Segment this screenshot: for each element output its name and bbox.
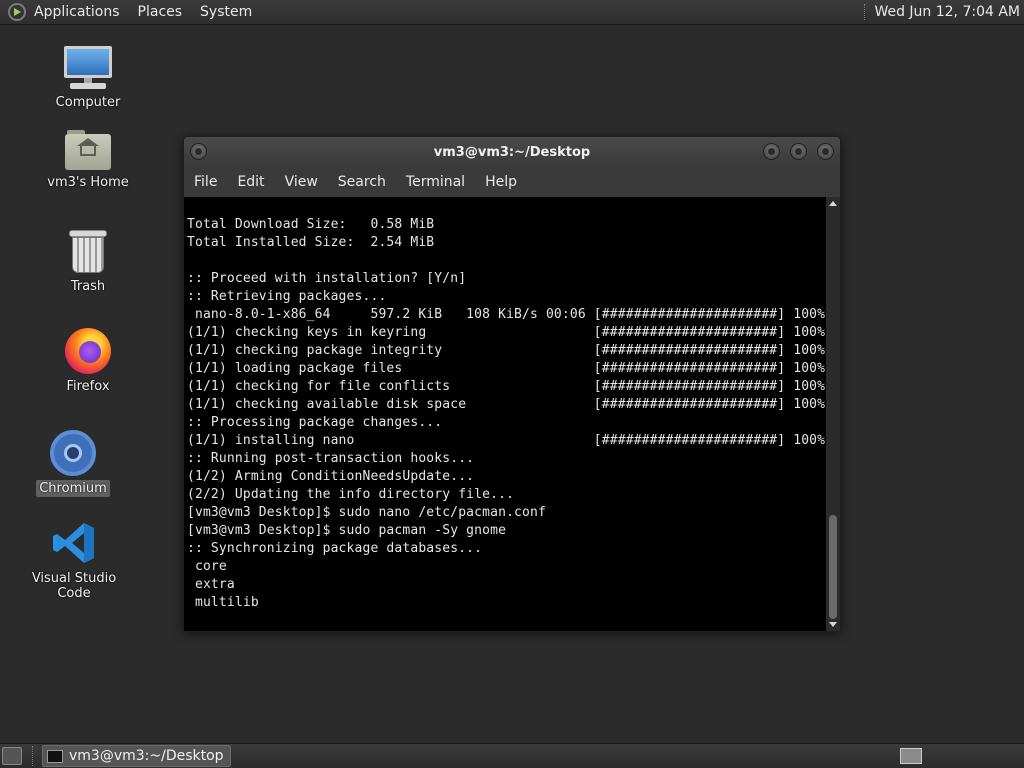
home-folder-icon <box>65 130 111 170</box>
window-menu-button[interactable] <box>190 143 207 160</box>
desktop-icon-home[interactable]: vm3's Home <box>28 130 148 191</box>
taskbar-window-button[interactable]: vm3@vm3:~/Desktop <box>42 745 231 767</box>
menu-applications[interactable]: Applications <box>34 4 120 20</box>
desktop-icon-firefox[interactable]: Firefox <box>28 328 148 395</box>
desktop-icon-vscode[interactable]: Visual Studio Code <box>14 520 134 602</box>
terminal-scrollbar[interactable] <box>826 197 840 631</box>
desktop-icon-label: Chromium <box>36 480 110 497</box>
menu-edit[interactable]: Edit <box>237 172 264 192</box>
terminal-line: :: Synchronizing package databases... <box>187 541 483 556</box>
terminal-line: extra <box>187 577 235 592</box>
menu-terminal[interactable]: Terminal <box>406 172 465 192</box>
menu-search[interactable]: Search <box>338 172 386 192</box>
desktop-icon-label: Visual Studio Code <box>31 571 117 601</box>
menu-places[interactable]: Places <box>138 4 183 20</box>
desktop-icon-label: Computer <box>55 95 121 110</box>
close-button[interactable] <box>817 143 834 160</box>
terminal-line: [vm3@vm3 Desktop]$ sudo pacman -Sy gnome <box>187 523 507 538</box>
terminal-line: :: Running post-transaction hooks... <box>187 451 475 466</box>
top-panel: Applications Places System Wed Jun 12, 7… <box>0 0 1024 25</box>
bottom-panel: vm3@vm3:~/Desktop <box>0 743 1024 768</box>
chromium-icon <box>50 430 96 476</box>
terminal-line: (1/1) loading package files [###########… <box>187 361 826 376</box>
desktop-icon-chromium[interactable]: Chromium <box>13 430 133 497</box>
desktop-icon-label: Trash <box>70 279 106 294</box>
terminal-icon <box>47 749 63 763</box>
terminal-line: (2/2) Updating the info directory file..… <box>187 487 515 502</box>
scroll-up-icon[interactable] <box>829 201 837 206</box>
desktop-icon-label: Firefox <box>66 379 110 394</box>
terminal-line: (1/2) Arming ConditionNeedsUpdate... <box>187 469 475 484</box>
vscode-icon <box>51 520 97 566</box>
firefox-icon <box>65 328 111 374</box>
trash-icon <box>69 230 107 274</box>
menu-view[interactable]: View <box>285 172 318 192</box>
clock[interactable]: Wed Jun 12, 7:04 AM <box>874 4 1020 20</box>
computer-icon <box>64 46 112 90</box>
panel-separator <box>32 746 38 766</box>
terminal-line: nano-8.0-1-x86_64 597.2 KiB 108 KiB/s 00… <box>187 307 826 322</box>
menu-system[interactable]: System <box>200 4 252 20</box>
scroll-down-icon[interactable] <box>829 622 837 627</box>
terminal-line: :: Retrieving packages... <box>187 289 387 304</box>
desktop-icon-computer[interactable]: Computer <box>28 46 148 111</box>
scrollbar-thumb[interactable] <box>829 515 837 619</box>
window-title: vm3@vm3:~/Desktop <box>433 144 591 160</box>
workspace-switcher[interactable] <box>900 748 922 764</box>
terminal-line: [vm3@vm3 Desktop]$ sudo nano /etc/pacman… <box>187 505 546 520</box>
terminal-output[interactable]: Total Download Size: 0.58 MiB Total Insta… <box>184 197 828 631</box>
desktop-icon-trash[interactable]: Trash <box>28 230 148 295</box>
terminal-line: multilib <box>187 595 259 610</box>
desktop-icon-label: vm3's Home <box>47 175 129 190</box>
terminal-window[interactable]: vm3@vm3:~/Desktop File Edit View Search … <box>183 136 841 632</box>
show-desktop-icon[interactable] <box>2 747 22 765</box>
terminal-menubar: File Edit View Search Terminal Help <box>184 167 840 197</box>
terminal-line: Total Download Size: 0.58 MiB <box>187 217 435 232</box>
panel-separator <box>864 4 866 20</box>
terminal-line: core <box>187 559 227 574</box>
terminal-line: Total Installed Size: 2.54 MiB <box>187 235 435 250</box>
minimize-button[interactable] <box>763 143 780 160</box>
window-titlebar[interactable]: vm3@vm3:~/Desktop <box>184 137 840 167</box>
terminal-line: (1/1) installing nano [#################… <box>187 433 826 448</box>
maximize-button[interactable] <box>790 143 807 160</box>
terminal-line: (1/1) checking available disk space [###… <box>187 397 826 412</box>
terminal-line: (1/1) checking keys in keyring [########… <box>187 325 826 340</box>
menu-help[interactable]: Help <box>485 172 517 192</box>
terminal-line: (1/1) checking for file conflicts [#####… <box>187 379 826 394</box>
terminal-line: :: Proceed with installation? [Y/n] <box>187 271 467 286</box>
distro-logo-icon[interactable] <box>8 3 26 21</box>
terminal-line: :: Processing package changes... <box>187 415 443 430</box>
taskbar-window-label: vm3@vm3:~/Desktop <box>69 748 224 764</box>
terminal-text: Total Download Size: 0.58 MiB Total Insta… <box>184 197 828 612</box>
menu-file[interactable]: File <box>194 172 217 192</box>
terminal-line: (1/1) checking package integrity [######… <box>187 343 826 358</box>
